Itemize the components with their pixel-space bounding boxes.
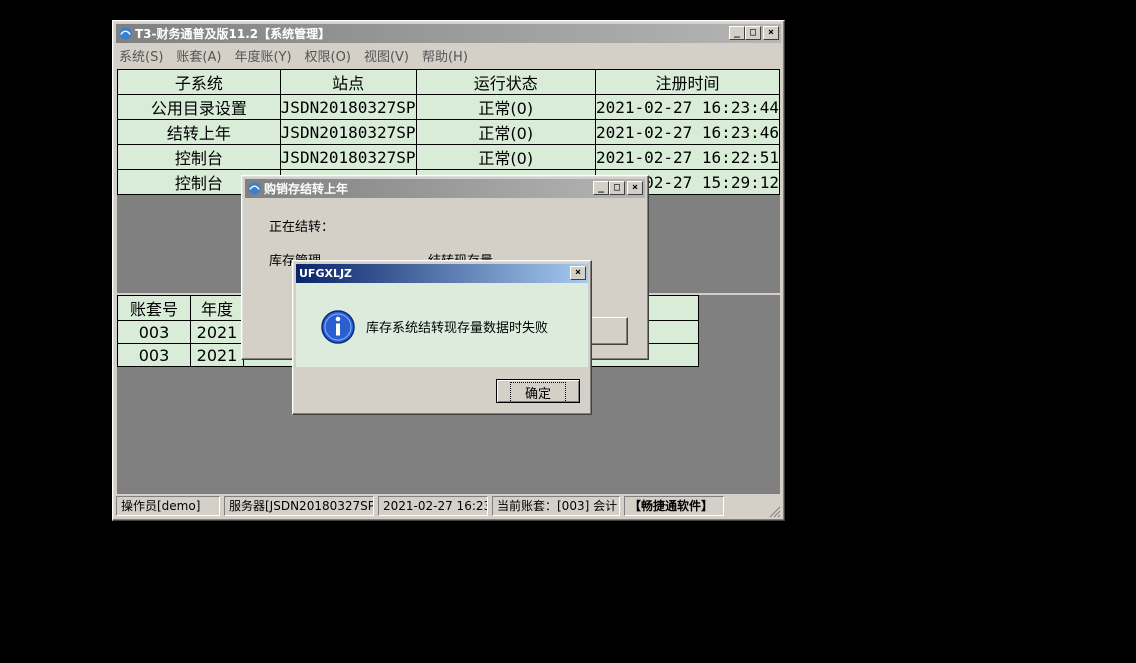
message-text: 库存系统结转现存量数据时失败 (366, 321, 549, 336)
close-button[interactable]: × (763, 26, 779, 40)
resize-grip-icon[interactable] (767, 504, 781, 518)
main-titlebar[interactable]: T3-财务通普及版11.2【系统管理】 _ □ × (116, 24, 781, 43)
menu-permission[interactable]: 权限(O) (305, 46, 351, 65)
col-header-subsystem[interactable]: 子系统 (117, 69, 281, 95)
cell-time: 2021-02-27 16:22:51 (594, 144, 781, 170)
table-header-row: 子系统 站点 运行状态 注册时间 (117, 69, 781, 95)
status-server: 服务器[JSDN20180327SP] (224, 496, 374, 516)
menu-system[interactable]: 系统(S) (119, 46, 163, 65)
maximize-button[interactable]: □ (609, 181, 625, 195)
cell-account-no: 003 (117, 343, 191, 367)
table-row[interactable]: 结转上年 JSDN20180327SP 正常(0) 2021-02-27 16:… (117, 119, 781, 145)
transfer-title: 购销存结转上年 (264, 182, 349, 196)
cell-subsystem: 结转上年 (117, 119, 281, 145)
cell-time: 2021-02-27 16:23:44 (594, 94, 781, 120)
message-titlebar[interactable]: UFGXLJZ × (296, 264, 588, 283)
message-body: 库存系统结转现存量数据时失败 (296, 283, 588, 367)
status-datetime: 2021-02-27 16:23 (378, 496, 488, 516)
table-row[interactable]: 控制台 JSDN20180327SP 正常(0) 2021-02-27 16:2… (117, 144, 781, 170)
status-operator: 操作员[demo] (116, 496, 220, 516)
menu-help[interactable]: 帮助(H) (422, 46, 468, 65)
app-logo-icon (119, 27, 132, 40)
app-logo-icon (248, 182, 261, 195)
status-current-account: 当前账套：[003] 会计 (492, 496, 620, 516)
maximize-button[interactable]: □ (745, 26, 761, 40)
transfer-label: 正在结转： (269, 220, 335, 235)
cell-subsystem: 公用目录设置 (117, 94, 281, 120)
info-icon (321, 310, 355, 344)
main-title: T3-财务通普及版11.2【系统管理】 (135, 27, 331, 41)
transfer-titlebar[interactable]: 购销存结转上年 _ □ × (245, 179, 645, 198)
cell-site: JSDN20180327SP (279, 119, 417, 145)
col-header-account-no[interactable]: 账套号 (117, 295, 191, 321)
table-row[interactable]: 公用目录设置 JSDN20180327SP 正常(0) 2021-02-27 1… (117, 94, 781, 120)
cell-account-no: 003 (117, 320, 191, 344)
cell-site: JSDN20180327SP (279, 94, 417, 120)
message-title: UFGXLJZ (299, 267, 353, 280)
menu-view[interactable]: 视图(V) (364, 46, 409, 65)
cell-year: 2021 (190, 320, 244, 344)
ok-button-label: 确定 (509, 382, 567, 403)
minimize-button[interactable]: _ (593, 181, 609, 195)
close-button[interactable]: × (570, 266, 586, 280)
close-button[interactable]: × (627, 181, 643, 195)
cell-status: 正常(0) (415, 119, 596, 145)
cell-time: 2021-02-27 16:23:46 (594, 119, 781, 145)
cell-status: 正常(0) (415, 144, 596, 170)
ok-button[interactable]: 确定 (496, 379, 580, 403)
minimize-button[interactable]: _ (729, 26, 745, 40)
cell-year: 2021 (190, 343, 244, 367)
col-header-status[interactable]: 运行状态 (415, 69, 596, 95)
col-header-year[interactable]: 年度 (190, 295, 244, 321)
cell-subsystem: 控制台 (117, 144, 281, 170)
status-brand: 【畅捷通软件】 (624, 496, 724, 516)
menu-year-account[interactable]: 年度账(Y) (234, 46, 291, 65)
cell-site: JSDN20180327SP (279, 144, 417, 170)
col-header-site[interactable]: 站点 (279, 69, 417, 95)
status-bar: 操作员[demo] 服务器[JSDN20180327SP] 2021-02-27… (116, 494, 781, 518)
message-box: UFGXLJZ × 库存系统结转现存量数据时失败 确定 (292, 260, 592, 415)
menubar: 系统(S) 账套(A) 年度账(Y) 权限(O) 视图(V) 帮助(H) (119, 45, 481, 65)
menu-account[interactable]: 账套(A) (176, 46, 221, 65)
col-header-register-time[interactable]: 注册时间 (594, 69, 781, 95)
cell-status: 正常(0) (415, 94, 596, 120)
